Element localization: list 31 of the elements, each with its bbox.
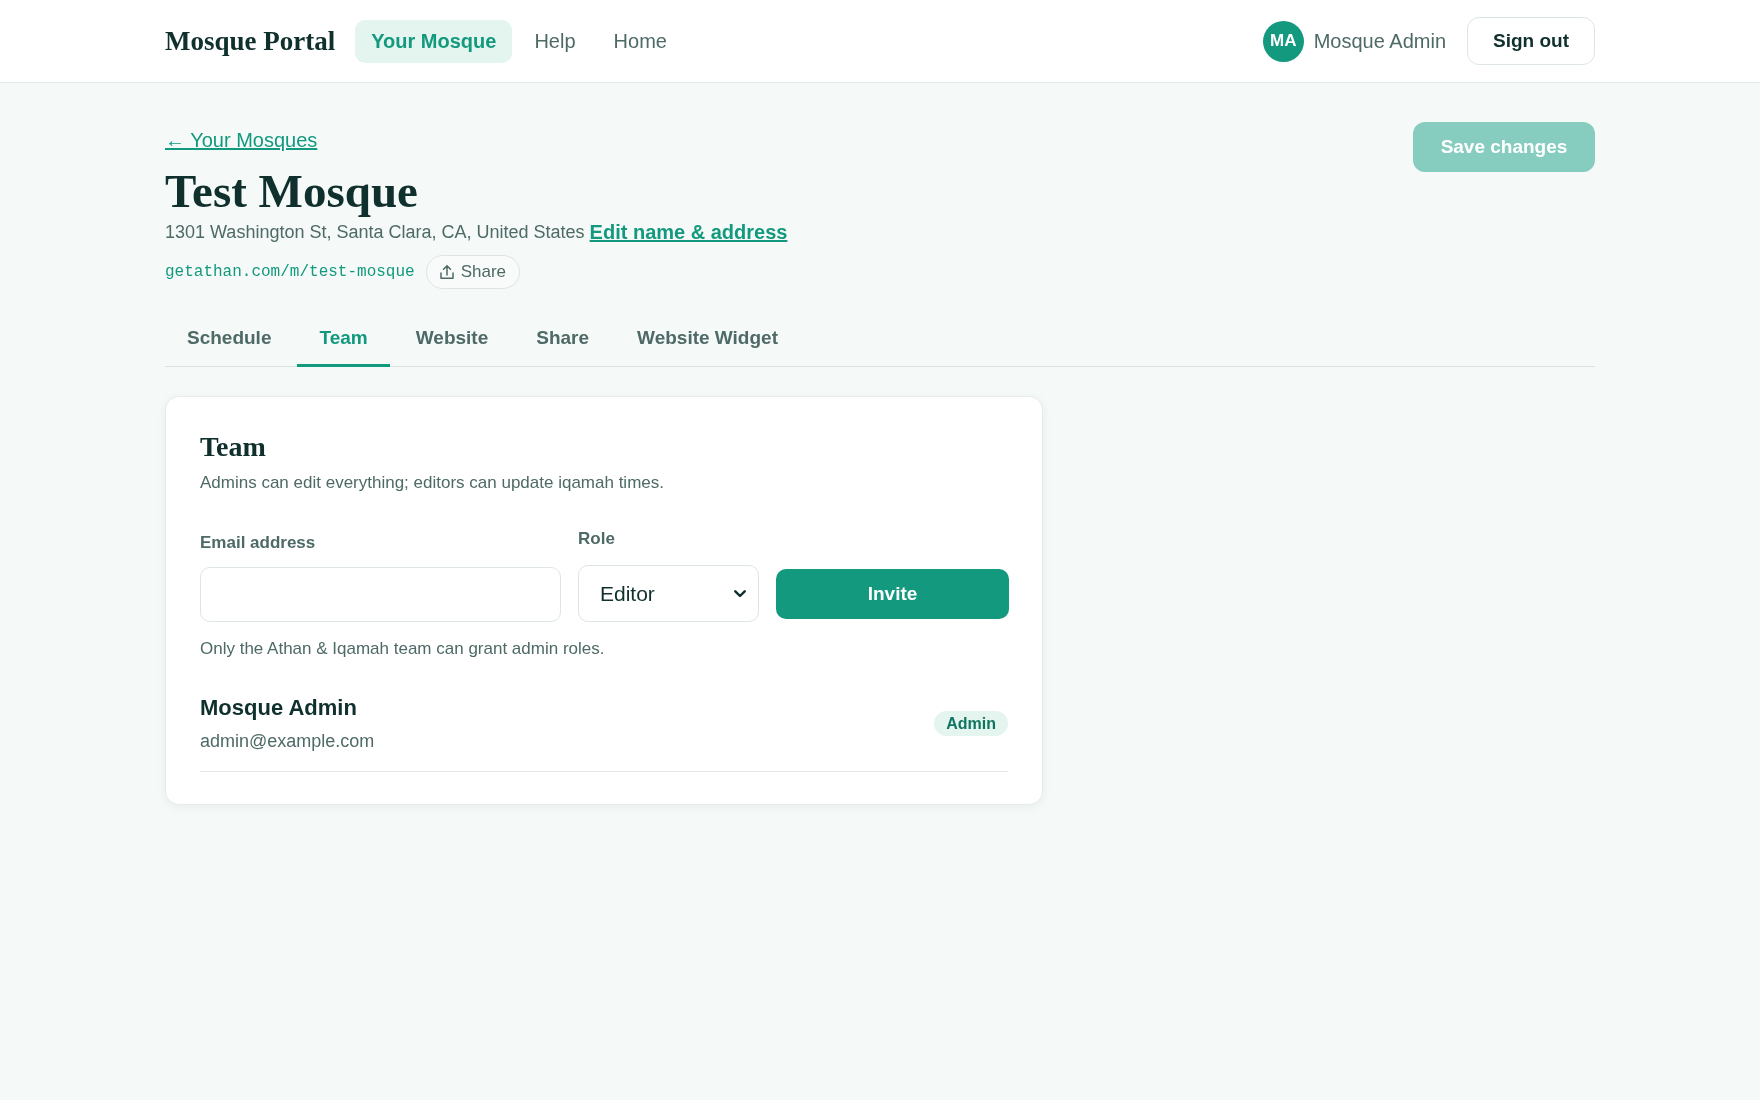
user-name: Mosque Admin	[1313, 29, 1446, 53]
role-badge: Admin	[934, 711, 1008, 736]
tab[interactable]: Share	[514, 310, 612, 367]
user-avatar: MA	[1262, 20, 1304, 62]
card-title: Team	[200, 431, 267, 463]
nav-link[interactable]: Help	[518, 19, 592, 63]
page-title: Test Mosque	[165, 164, 419, 219]
role-select[interactable]: Editor	[578, 565, 759, 622]
tab[interactable]: Website Widget	[615, 310, 800, 367]
nav-link[interactable]: Your Mosque	[355, 19, 513, 63]
nav-link[interactable]: Home	[597, 19, 683, 63]
logo-text: Mosque Portal	[165, 25, 336, 57]
card-description: Admins can edit everything; editors can update iqamah times.	[200, 472, 665, 494]
share-icon	[439, 264, 454, 280]
share-button[interactable]: Share	[425, 255, 520, 289]
invite-button[interactable]: Invite	[776, 569, 1009, 619]
member-name: Mosque Admin	[200, 694, 358, 722]
tab[interactable]: Schedule	[165, 310, 294, 367]
hint-text: Only the Athan & Iqamah team can grant admin roles.	[200, 638, 606, 660]
tab[interactable]: Website	[393, 310, 511, 367]
address-text: 1301 Washington St, Santa Clara, CA, United States	[165, 221, 585, 244]
edit-address-link[interactable]: Edit name & address	[589, 219, 788, 245]
member-email: admin@example.com	[200, 730, 375, 753]
url-text: getathan.com/m/test-mosque	[165, 263, 415, 281]
sign-out-button[interactable]: Sign out	[1467, 17, 1595, 65]
field-label: Role	[578, 528, 616, 550]
email-input[interactable]	[200, 567, 561, 622]
field-label: Email address	[200, 532, 317, 554]
chevron-down-icon	[734, 589, 746, 598]
tab[interactable]: Team	[297, 310, 390, 367]
back-link[interactable]: ← Your Mosques	[165, 128, 318, 152]
